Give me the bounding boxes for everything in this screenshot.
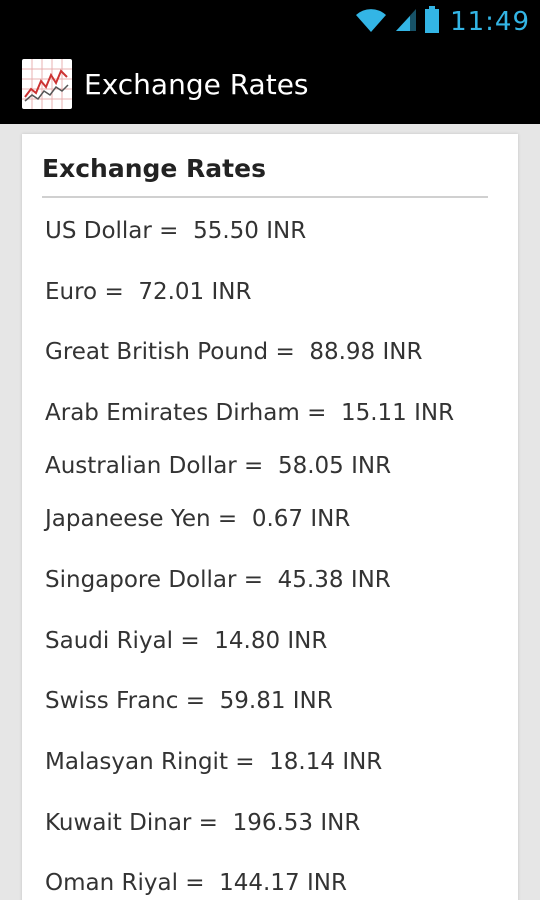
rate-kuwait-dinar: Kuwait Dinar = 196.53 INR [45, 810, 361, 836]
action-bar: Exchange Rates [0, 44, 540, 124]
status-time: 11:49 [450, 7, 530, 37]
app-title: Exchange Rates [84, 67, 309, 101]
rate-swiss-franc: Swiss Franc = 59.81 INR [45, 688, 333, 714]
rate-oman-riyal: Oman Riyal = 144.17 INR [45, 870, 347, 896]
status-bar: 11:49 [0, 0, 540, 44]
chart-app-icon[interactable] [22, 59, 72, 109]
rate-arab-emirates-dirham: Arab Emirates Dirham = 15.11 INR [45, 400, 455, 426]
signal-icon [394, 7, 418, 37]
rate-us-dollar: US Dollar = 55.50 INR [45, 218, 307, 244]
wifi-icon [354, 7, 388, 37]
card-title: Exchange Rates [42, 154, 266, 183]
card-divider [42, 196, 488, 198]
battery-icon [424, 6, 440, 38]
rate-australian-dollar: Australian Dollar = 58.05 INR [45, 453, 392, 479]
rate-malaysian-ringgit: Malasyan Ringit = 18.14 INR [45, 749, 383, 775]
exchange-rates-card: Exchange Rates US Dollar = 55.50 INR Eur… [22, 134, 518, 900]
rate-great-british-pound: Great British Pound = 88.98 INR [45, 339, 423, 365]
status-icons [354, 6, 440, 38]
rate-japanese-yen: Japaneese Yen = 0.67 INR [45, 506, 351, 532]
rate-saudi-riyal: Saudi Riyal = 14.80 INR [45, 628, 328, 654]
rate-singapore-dollar: Singapore Dollar = 45.38 INR [45, 567, 391, 593]
rate-euro: Euro = 72.01 INR [45, 279, 252, 305]
